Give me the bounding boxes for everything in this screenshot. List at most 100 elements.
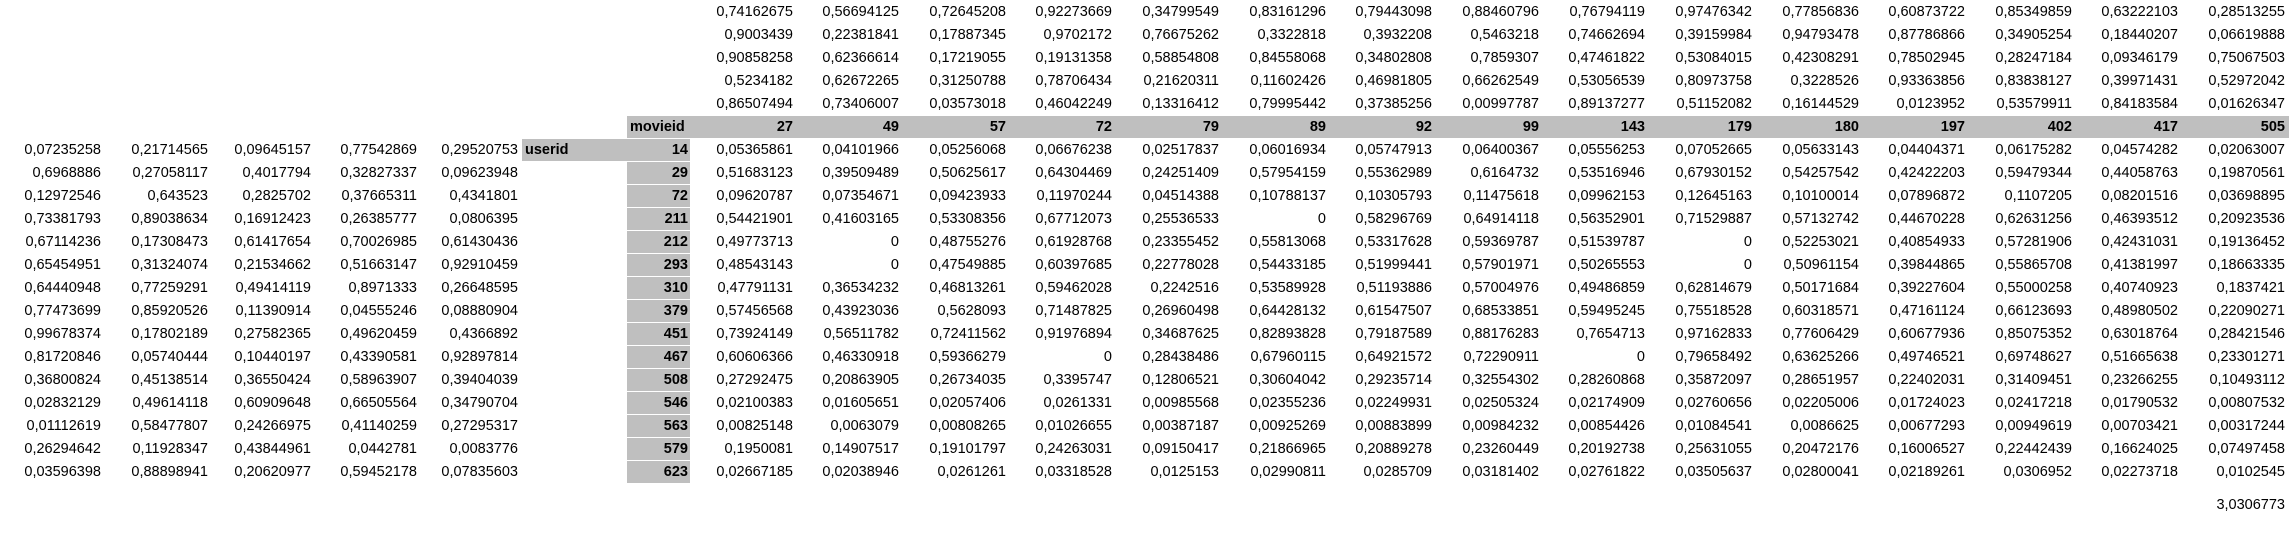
cell-value[interactable]: 0,6164732: [1436, 162, 1541, 184]
cell-value[interactable]: 0,37665311: [315, 185, 419, 207]
cell-value[interactable]: 0,11970244: [1010, 185, 1114, 207]
user-id-cell[interactable]: 14: [627, 139, 690, 161]
cell-value[interactable]: 0,07354671: [797, 185, 901, 207]
cell-value[interactable]: 0,0285709: [1330, 461, 1434, 483]
cell-value[interactable]: 0,28260868: [1543, 369, 1647, 391]
cell-value[interactable]: 0,42431031: [2076, 231, 2180, 253]
cell-value[interactable]: 0,17887345: [903, 24, 1008, 46]
cell-value[interactable]: 0,44058763: [2076, 162, 2180, 184]
cell-value[interactable]: 0,47549885: [903, 254, 1008, 276]
cell-value[interactable]: 0,0125153: [1116, 461, 1221, 483]
cell-value[interactable]: 0,84183584: [2076, 93, 2180, 115]
cell-value[interactable]: 0,01112619: [0, 415, 103, 437]
cell-value[interactable]: 0,55000258: [1969, 277, 2074, 299]
movie-id-header[interactable]: 99: [1436, 116, 1541, 138]
movie-id-header[interactable]: 72: [1010, 116, 1114, 138]
cell-value[interactable]: 0,00997787: [1436, 93, 1541, 115]
cell-value[interactable]: 0,07052665: [1649, 139, 1754, 161]
cell-value[interactable]: 0,40854933: [1863, 231, 1967, 253]
cell-value[interactable]: 0,63018764: [2076, 323, 2180, 345]
user-id-cell[interactable]: 29: [627, 162, 690, 184]
cell-value[interactable]: 0,09150417: [1116, 438, 1221, 460]
cell-value[interactable]: 0,55362989: [1330, 162, 1434, 184]
cell-value[interactable]: 0,31409451: [1969, 369, 2074, 391]
cell-value[interactable]: 0,05556253: [1543, 139, 1647, 161]
cell-value[interactable]: 0,64921572: [1330, 346, 1434, 368]
cell-value[interactable]: 0,57954159: [1223, 162, 1328, 184]
cell-value[interactable]: 0,49414119: [212, 277, 313, 299]
movie-id-header[interactable]: 417: [2076, 116, 2180, 138]
user-id-cell[interactable]: 546: [627, 392, 690, 414]
cell-value[interactable]: 0,79187589: [1330, 323, 1434, 345]
cell-value[interactable]: 0,52972042: [2182, 70, 2287, 92]
cell-value[interactable]: 0,9003439: [690, 24, 795, 46]
cell-value[interactable]: 0,72290911: [1436, 346, 1541, 368]
user-id-cell[interactable]: 451: [627, 323, 690, 345]
cell-value[interactable]: 0,10440197: [212, 346, 313, 368]
movie-id-header[interactable]: 79: [1116, 116, 1221, 138]
cell-value[interactable]: 0,02057406: [903, 392, 1008, 414]
cell-value[interactable]: 0,27582365: [212, 323, 313, 345]
cell-value[interactable]: 0,58963907: [315, 369, 419, 391]
cell-value[interactable]: 0,79658492: [1649, 346, 1754, 368]
cell-value[interactable]: 0,05740444: [105, 346, 210, 368]
cell-value[interactable]: 0,11475618: [1436, 185, 1541, 207]
cell-value[interactable]: 0,02800041: [1756, 461, 1861, 483]
cell-value[interactable]: 0,50961154: [1756, 254, 1861, 276]
cell-value[interactable]: 0,39227604: [1863, 277, 1967, 299]
cell-value[interactable]: 0,16912423: [212, 208, 313, 230]
cell-value[interactable]: 0,10788137: [1223, 185, 1328, 207]
user-id-cell[interactable]: 379: [627, 300, 690, 322]
cell-value[interactable]: 0,02174909: [1543, 392, 1647, 414]
cell-value[interactable]: 0,74662694: [1543, 24, 1647, 46]
movie-id-header[interactable]: 89: [1223, 116, 1328, 138]
cell-value[interactable]: 0,39509489: [797, 162, 901, 184]
cell-value[interactable]: 0,04404371: [1863, 139, 1967, 161]
cell-value[interactable]: 0,57004976: [1436, 277, 1541, 299]
cell-value[interactable]: 0,06016934: [1223, 139, 1328, 161]
cell-value[interactable]: 0,39159984: [1649, 24, 1754, 46]
cell-value[interactable]: 0,00677293: [1863, 415, 1967, 437]
cell-value[interactable]: 0,0306952: [1969, 461, 2074, 483]
cell-value[interactable]: 0,77473699: [0, 300, 103, 322]
cell-value[interactable]: 0,00925269: [1223, 415, 1328, 437]
cell-value[interactable]: 0,51193886: [1330, 277, 1434, 299]
cell-value[interactable]: 0,18663335: [2182, 254, 2287, 276]
movie-id-header[interactable]: 92: [1330, 116, 1434, 138]
cell-value[interactable]: 0,30604042: [1223, 369, 1328, 391]
cell-value[interactable]: 0,11602426: [1223, 70, 1328, 92]
cell-value[interactable]: 0,32827337: [315, 162, 419, 184]
cell-value[interactable]: 0: [1223, 208, 1328, 230]
cell-value[interactable]: 0,03505637: [1649, 461, 1754, 483]
cell-value[interactable]: 0,79995442: [1223, 93, 1328, 115]
cell-value[interactable]: 0,64914118: [1436, 208, 1541, 230]
cell-value[interactable]: 0,01026655: [1010, 415, 1114, 437]
cell-value[interactable]: 0,37385256: [1330, 93, 1434, 115]
cell-value[interactable]: 0,05633143: [1756, 139, 1861, 161]
cell-value[interactable]: 0,46813261: [903, 277, 1008, 299]
cell-value[interactable]: 0,29235714: [1330, 369, 1434, 391]
movie-id-header[interactable]: 57: [903, 116, 1008, 138]
cell-value[interactable]: 0,54257542: [1756, 162, 1861, 184]
cell-value[interactable]: 0,19136452: [2182, 231, 2287, 253]
cell-value[interactable]: 0,3228526: [1756, 70, 1861, 92]
cell-value[interactable]: 0,23355452: [1116, 231, 1221, 253]
cell-value[interactable]: 0,00387187: [1116, 415, 1221, 437]
cell-value[interactable]: 0,09645157: [212, 139, 313, 161]
cell-value[interactable]: 0,76794119: [1543, 1, 1647, 23]
cell-value[interactable]: 0,49614118: [105, 392, 210, 414]
cell-value[interactable]: 0,01626347: [2182, 93, 2287, 115]
cell-value[interactable]: 0,16006527: [1863, 438, 1967, 460]
cell-value[interactable]: 0,02990811: [1223, 461, 1328, 483]
cell-value[interactable]: 0,51683123: [690, 162, 795, 184]
cell-value[interactable]: 0,49746521: [1863, 346, 1967, 368]
cell-value[interactable]: 0,43844961: [212, 438, 313, 460]
cell-value[interactable]: 0,23260449: [1436, 438, 1541, 460]
cell-value[interactable]: 0,9702172: [1010, 24, 1114, 46]
cell-value[interactable]: 0,77259291: [105, 277, 210, 299]
cell-value[interactable]: 0,09346179: [2076, 47, 2180, 69]
cell-value[interactable]: 0,74162675: [690, 1, 795, 23]
cell-value[interactable]: 0,12645163: [1649, 185, 1754, 207]
cell-value[interactable]: 0,01790532: [2076, 392, 2180, 414]
cell-value[interactable]: 0,50265553: [1543, 254, 1647, 276]
